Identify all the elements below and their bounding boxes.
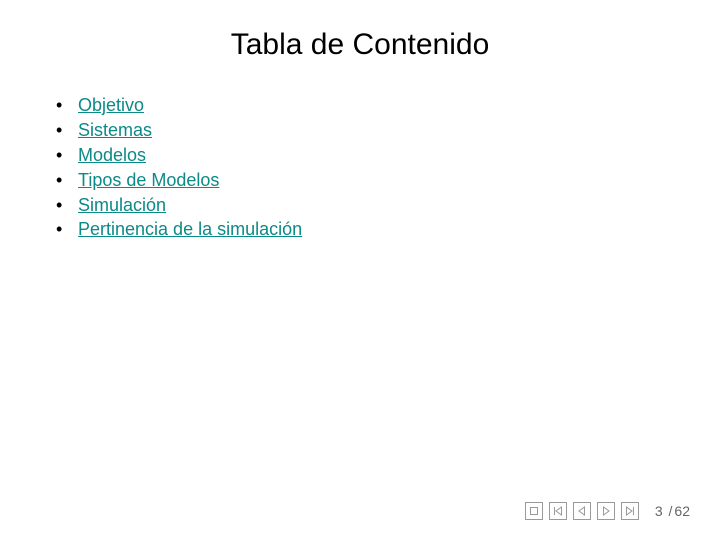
page-current: 3 bbox=[655, 503, 663, 519]
page-total: 62 bbox=[674, 503, 690, 519]
next-icon bbox=[601, 506, 611, 516]
bullet-icon: • bbox=[56, 146, 78, 165]
bullet-icon: • bbox=[56, 171, 78, 190]
toc-link-objetivo[interactable]: Objetivo bbox=[78, 96, 144, 115]
first-icon bbox=[553, 506, 563, 516]
slide: Tabla de Contenido • Objetivo • Sistemas… bbox=[0, 0, 720, 540]
bullet-icon: • bbox=[56, 96, 78, 115]
nav-first-button[interactable] bbox=[549, 502, 567, 520]
list-item: • Tipos de Modelos bbox=[56, 171, 302, 190]
nav-prev-button[interactable] bbox=[573, 502, 591, 520]
page-title: Tabla de Contenido bbox=[0, 28, 720, 62]
toc-link-sistemas[interactable]: Sistemas bbox=[78, 121, 152, 140]
prev-icon bbox=[577, 506, 587, 516]
table-of-contents: • Objetivo • Sistemas • Modelos • Tipos … bbox=[56, 96, 302, 245]
list-item: • Modelos bbox=[56, 146, 302, 165]
toc-link-pertinencia[interactable]: Pertinencia de la simulación bbox=[78, 220, 302, 239]
toc-link-simulacion[interactable]: Simulación bbox=[78, 196, 166, 215]
page-counter: 3 /62 bbox=[655, 503, 690, 519]
toc-link-tipos-de-modelos[interactable]: Tipos de Modelos bbox=[78, 171, 219, 190]
nav-stop-button[interactable] bbox=[525, 502, 543, 520]
nav-bar: 3 /62 bbox=[525, 502, 690, 520]
bullet-icon: • bbox=[56, 196, 78, 215]
list-item: • Pertinencia de la simulación bbox=[56, 220, 302, 239]
stop-icon bbox=[529, 506, 539, 516]
nav-next-button[interactable] bbox=[597, 502, 615, 520]
list-item: • Objetivo bbox=[56, 96, 302, 115]
last-icon bbox=[625, 506, 635, 516]
list-item: • Sistemas bbox=[56, 121, 302, 140]
list-item: • Simulación bbox=[56, 196, 302, 215]
bullet-icon: • bbox=[56, 121, 78, 140]
nav-last-button[interactable] bbox=[621, 502, 639, 520]
bullet-icon: • bbox=[56, 220, 78, 239]
toc-link-modelos[interactable]: Modelos bbox=[78, 146, 146, 165]
